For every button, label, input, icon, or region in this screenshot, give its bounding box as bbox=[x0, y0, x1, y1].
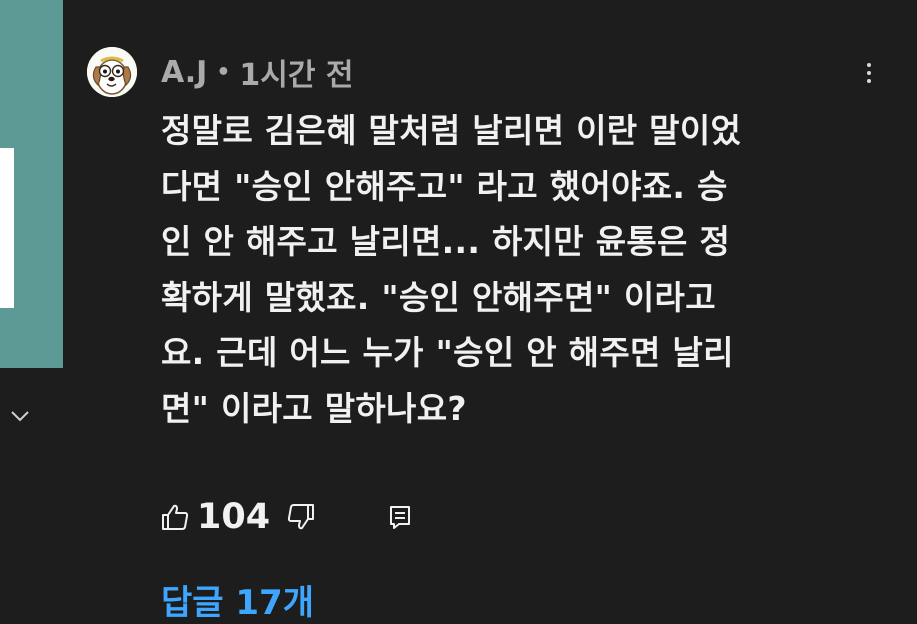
comment-header: A.J • 1시간 전 bbox=[161, 50, 354, 94]
comment-line: 인 안 해주고 날리면... 하지만 윤통은 정 bbox=[161, 222, 731, 261]
comment-timestamp[interactable]: 1시간 전 bbox=[239, 50, 353, 94]
like-count: 104 bbox=[197, 497, 271, 537]
cartoon-dog-avatar-icon bbox=[87, 47, 137, 97]
comment-line: 면" 이라고 말하나요? bbox=[161, 388, 467, 428]
author-name[interactable]: A.J bbox=[161, 55, 207, 90]
chevron-down-icon[interactable] bbox=[8, 404, 32, 428]
like-button[interactable]: 104 bbox=[159, 492, 270, 542]
reply-button[interactable] bbox=[387, 492, 413, 542]
avatar[interactable] bbox=[87, 47, 137, 97]
thumb-up-icon bbox=[162, 504, 189, 530]
comment-line: 다면 "승인 안해주고" 라고 했어야죠. 승 bbox=[161, 166, 728, 206]
view-replies-link[interactable]: 답글 17개 bbox=[161, 575, 314, 624]
comment-line: 요. 근데 어느 누가 "승인 안 해주면 날리 bbox=[161, 333, 734, 372]
comment-actions: 104 bbox=[159, 492, 559, 542]
more-vert-icon[interactable] bbox=[852, 56, 886, 90]
thumb-down-icon bbox=[287, 504, 314, 530]
dislike-button[interactable] bbox=[285, 492, 317, 542]
side-panel-card bbox=[0, 148, 14, 308]
comment-text: 정말로 김은혜 말처럼 날리면 이란 말이었 다면 "승인 안해주고" 라고 했… bbox=[161, 103, 861, 436]
reply-icon bbox=[390, 506, 410, 529]
comment-line: 정말로 김은혜 말처럼 날리면 이란 말이었 bbox=[161, 111, 742, 150]
header-separator: • bbox=[216, 59, 231, 85]
comment-line: 확하게 말했죠. "승인 안해주면" 이라고 bbox=[161, 277, 716, 317]
